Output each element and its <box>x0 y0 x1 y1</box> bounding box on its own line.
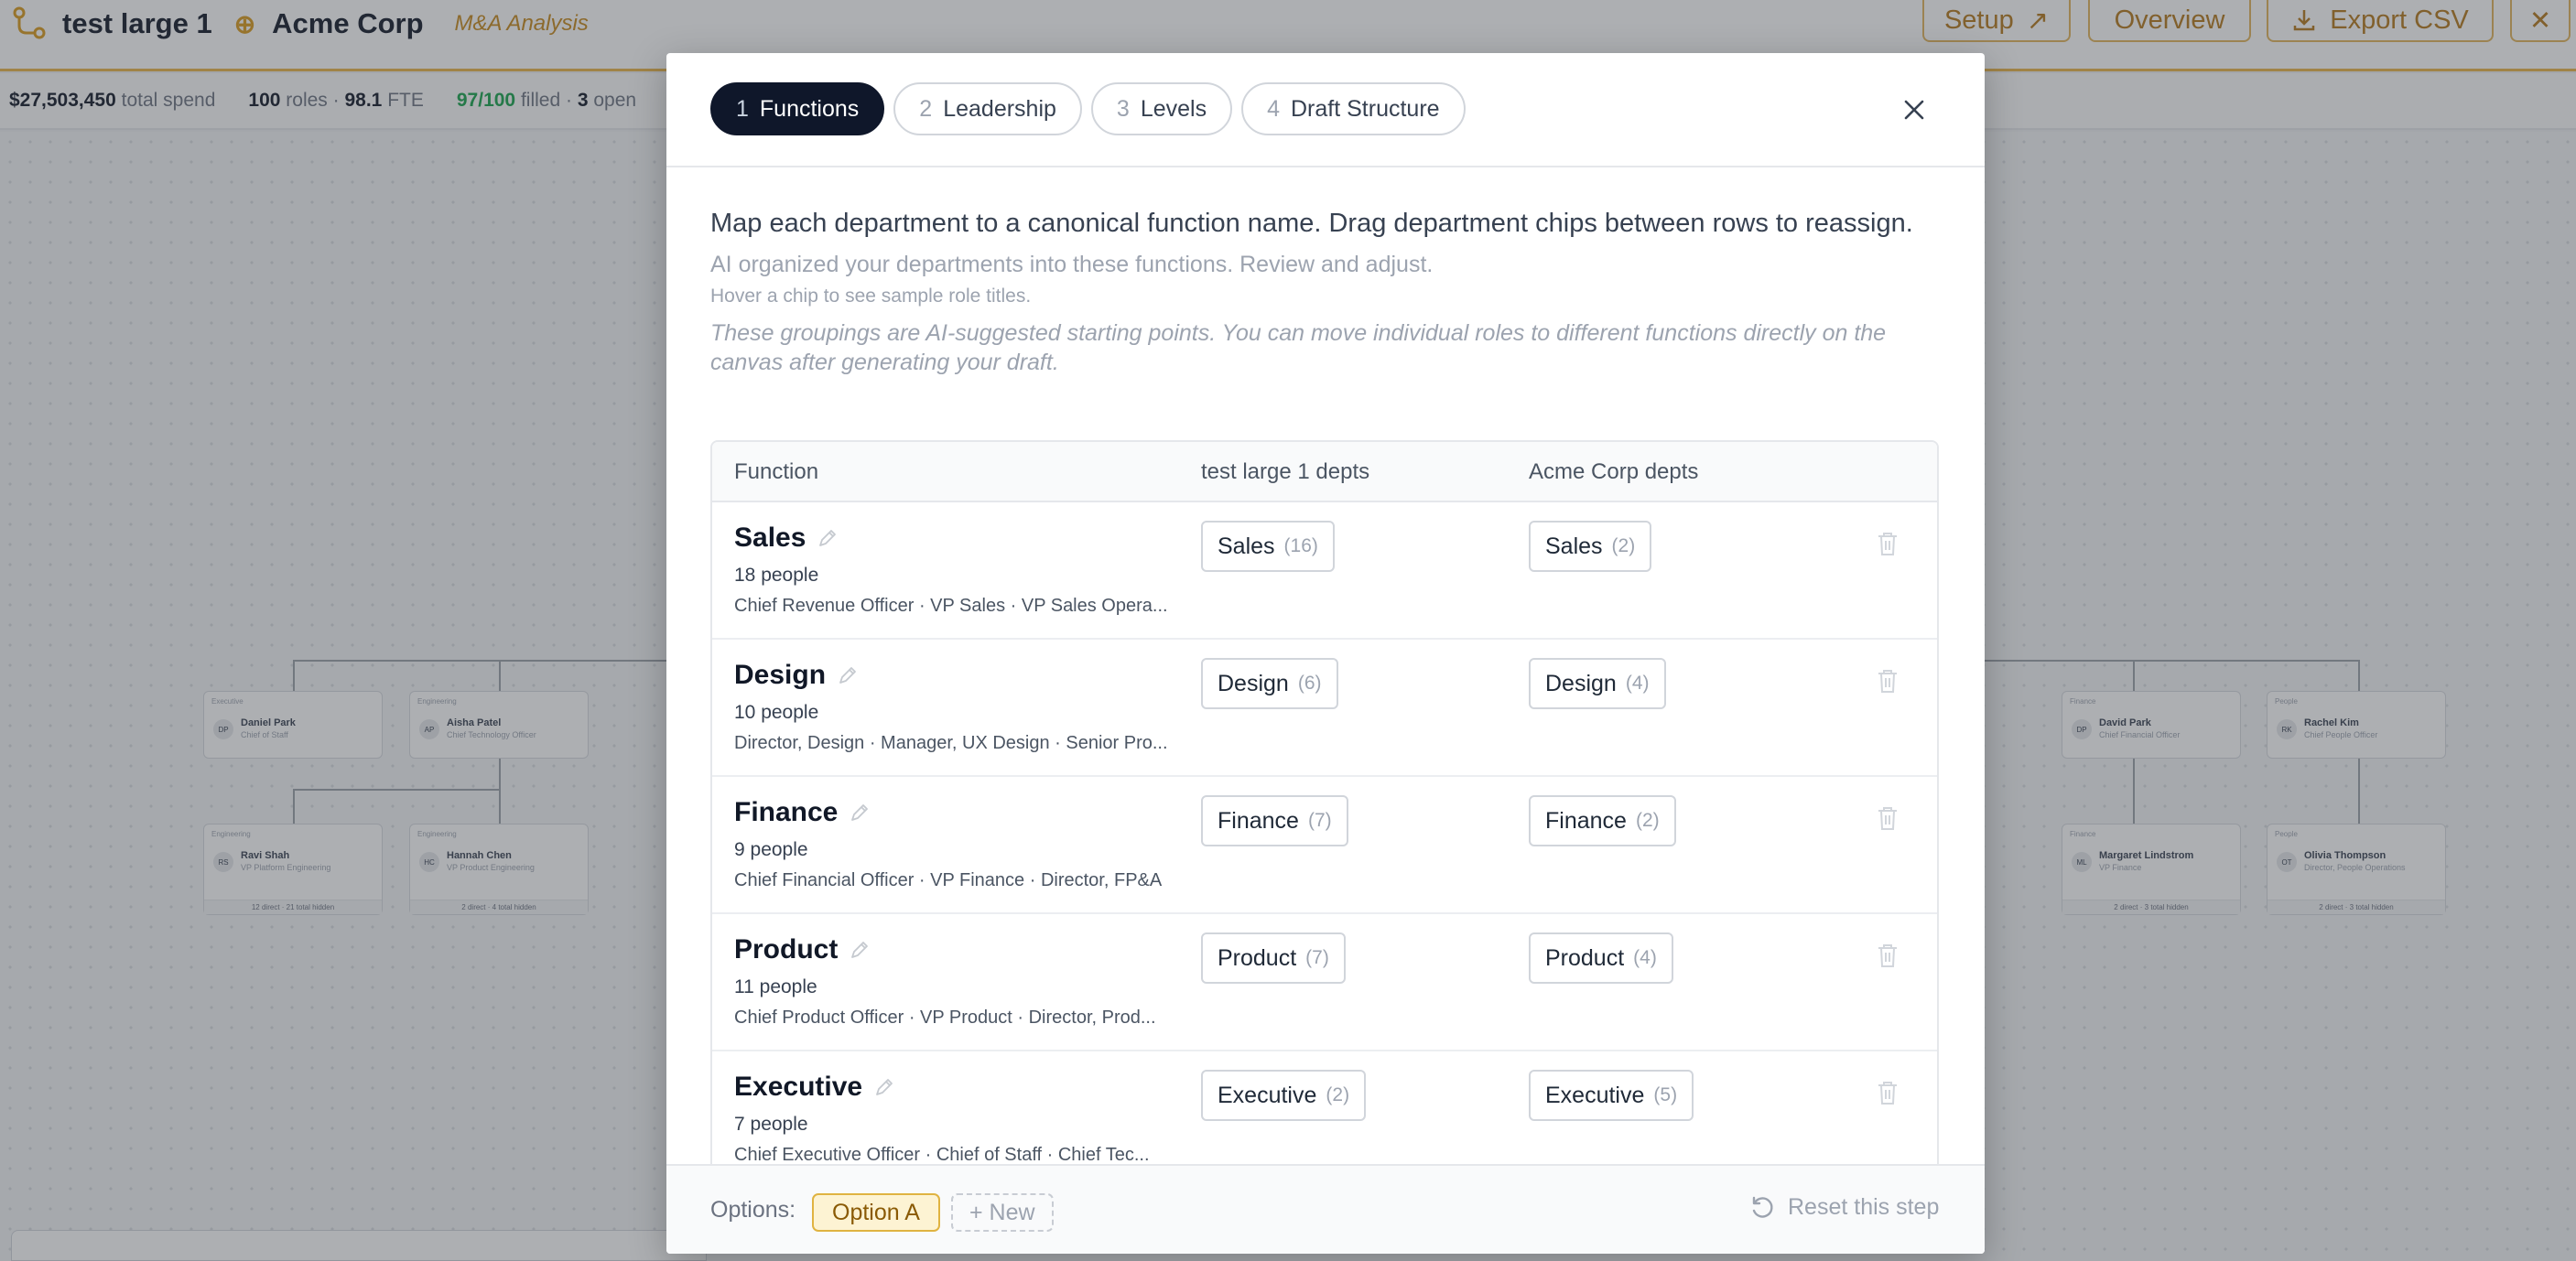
options-label: Options: <box>710 1197 796 1223</box>
step-number: 3 <box>1116 95 1130 122</box>
department-chip[interactable]: Sales (16) <box>1201 521 1335 572</box>
function-name-text: Finance <box>734 797 839 827</box>
step-leadership[interactable]: 2 Leadership <box>893 82 1082 135</box>
reset-label: Reset this step <box>1788 1194 1940 1220</box>
table-row: Finance 9 people Chief Financial Officer… <box>712 777 1937 914</box>
reset-icon <box>1752 1196 1773 1218</box>
step-label: Functions <box>759 95 860 122</box>
function-name: Finance <box>734 797 871 828</box>
function-name-text: Sales <box>734 523 806 553</box>
function-mapping-table: Function test large 1 depts Acme Corp de… <box>710 440 1939 1218</box>
pencil-icon[interactable] <box>817 527 839 549</box>
sample-roles: Chief Financial Officer · VP Finance · D… <box>734 870 1163 890</box>
table-row: Sales 18 people Chief Revenue Officer · … <box>712 502 1937 640</box>
department-chip[interactable]: Finance (2) <box>1529 795 1676 846</box>
department-chip[interactable]: Design (4) <box>1529 658 1666 709</box>
ai-summary-text: AI organized your departments into these… <box>710 252 1434 277</box>
modal-footer: Options: Option A + New Reset this step <box>666 1164 1985 1254</box>
people-count: 9 people <box>734 839 808 860</box>
trash-icon[interactable] <box>1876 804 1900 832</box>
sample-roles: Chief Product Officer · VP Product · Dir… <box>734 1008 1156 1028</box>
department-chip[interactable]: Executive (5) <box>1529 1070 1694 1121</box>
step-label: Levels <box>1140 95 1207 122</box>
step-number: 4 <box>1267 95 1280 122</box>
wizard-steps: 1 Functions 2 Leadership 3 Levels 4 Draf… <box>710 82 1466 135</box>
sample-roles: Director, Design · Manager, UX Design · … <box>734 733 1168 753</box>
step-label: Draft Structure <box>1291 95 1440 122</box>
department-chip[interactable]: Finance (7) <box>1201 795 1348 846</box>
close-icon <box>1904 100 1924 120</box>
functions-wizard-modal: 1 Functions 2 Leadership 3 Levels 4 Draf… <box>666 53 1985 1254</box>
modal-header: 1 Functions 2 Leadership 3 Levels 4 Draf… <box>666 53 1985 167</box>
ai-disclaimer-text: These groupings are AI-suggested startin… <box>710 320 1887 375</box>
step-number: 2 <box>919 95 933 122</box>
sample-roles: Chief Revenue Officer · VP Sales · VP Sa… <box>734 596 1168 616</box>
column-header-left-depts: test large 1 depts <box>1201 459 1370 484</box>
function-name: Executive <box>734 1072 895 1103</box>
new-option-button[interactable]: + New <box>951 1193 1054 1232</box>
pencil-icon[interactable] <box>849 802 871 824</box>
department-chip[interactable]: Design (6) <box>1201 658 1338 709</box>
function-name-text: Executive <box>734 1072 863 1102</box>
department-chip[interactable]: Executive (2) <box>1201 1070 1367 1121</box>
column-header-right-depts: Acme Corp depts <box>1529 459 1699 484</box>
option-a-button[interactable]: Option A <box>812 1193 940 1232</box>
function-name: Product <box>734 934 871 965</box>
trash-icon[interactable] <box>1876 667 1900 695</box>
hover-hint-text: Hover a chip to see sample role titles. <box>710 286 1032 307</box>
pencil-icon[interactable] <box>849 939 871 961</box>
reset-step-button[interactable]: Reset this step <box>1749 1194 1939 1221</box>
pencil-icon[interactable] <box>873 1076 895 1098</box>
step-functions[interactable]: 1 Functions <box>710 82 885 135</box>
modal-description: Map each department to a canonical funct… <box>710 205 1939 377</box>
step-number: 1 <box>736 95 749 122</box>
function-name-text: Design <box>734 660 827 690</box>
people-count: 11 people <box>734 976 817 997</box>
people-count: 7 people <box>734 1114 808 1135</box>
step-label: Leadership <box>943 95 1056 122</box>
people-count: 10 people <box>734 702 819 723</box>
function-name: Design <box>734 660 859 691</box>
function-name: Sales <box>734 523 839 554</box>
table-row: Design 10 people Director, Design · Mana… <box>712 640 1937 777</box>
step-levels[interactable]: 3 Levels <box>1090 82 1233 135</box>
intro-text: Map each department to a canonical funct… <box>710 209 1913 238</box>
trash-icon[interactable] <box>1876 942 1900 969</box>
trash-icon[interactable] <box>1876 530 1900 557</box>
modal-close-button[interactable] <box>1896 92 1932 128</box>
department-chip[interactable]: Product (7) <box>1201 932 1346 984</box>
table-header: Function test large 1 depts Acme Corp de… <box>712 442 1937 502</box>
function-name-text: Product <box>734 934 839 965</box>
sample-roles: Chief Executive Officer · Chief of Staff… <box>734 1145 1150 1165</box>
column-header-function: Function <box>734 459 819 484</box>
people-count: 18 people <box>734 565 819 586</box>
department-chip[interactable]: Product (4) <box>1529 932 1673 984</box>
pencil-icon[interactable] <box>837 664 859 686</box>
step-draft-structure[interactable]: 4 Draft Structure <box>1241 82 1466 135</box>
department-chip[interactable]: Sales (2) <box>1529 521 1652 572</box>
trash-icon[interactable] <box>1876 1079 1900 1106</box>
table-row: Product 11 people Chief Product Officer … <box>712 914 1937 1051</box>
